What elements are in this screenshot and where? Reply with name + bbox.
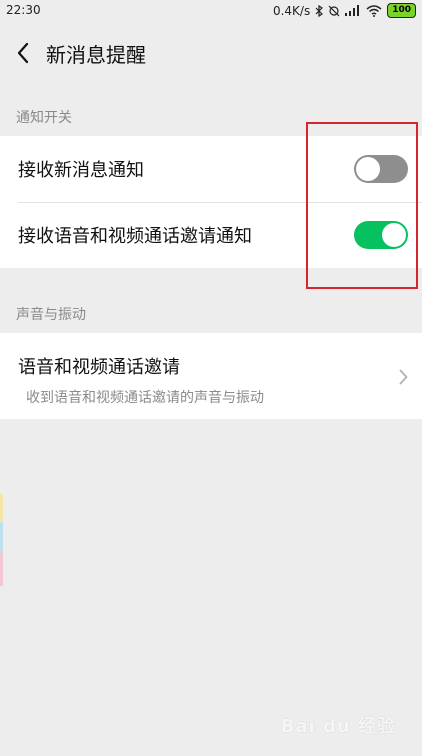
setting-row-call-invite[interactable]: 接收语音和视频通话邀请通知 <box>0 202 422 268</box>
setting-row-new-message[interactable]: 接收新消息通知 <box>0 136 422 202</box>
notify-settings-card: 接收新消息通知 接收语音和视频通话邀请通知 <box>0 136 422 268</box>
app-header: 新消息提醒 <box>0 22 422 84</box>
status-time: 22:30 <box>6 3 41 17</box>
back-button[interactable] <box>6 36 40 70</box>
page-title: 新消息提醒 <box>46 43 146 67</box>
toggle-knob <box>382 223 406 247</box>
bluetooth-icon <box>315 4 324 17</box>
net-speed: 0.4K/s <box>272 3 311 18</box>
section-label-notify: 通知开关 <box>16 110 72 126</box>
sound-item-title: 语音和视频通话邀请 <box>18 357 180 378</box>
toggle-knob <box>356 157 380 181</box>
new-message-toggle[interactable] <box>354 155 408 183</box>
edge-bar <box>0 552 3 586</box>
chevron-left-icon <box>17 42 29 64</box>
sound-settings-card[interactable]: 语音和视频通话邀请 收到语音和视频通话邀请的声音与振动 <box>0 333 422 419</box>
signal-icon <box>345 5 361 16</box>
chevron-right-icon <box>399 369 408 385</box>
wifi-icon <box>366 4 382 17</box>
status-icons: 0.4K/s 100 <box>273 3 416 18</box>
edge-bar <box>0 522 3 552</box>
battery-icon: 100 <box>387 3 416 18</box>
section-label-sound: 声音与振动 <box>16 307 86 323</box>
edge-bar <box>0 494 3 522</box>
alarm-off-icon <box>328 5 340 17</box>
watermark: Bai du 经验 <box>280 716 396 737</box>
sound-item-subtitle: 收到语音和视频通话邀请的声音与振动 <box>26 390 264 406</box>
call-invite-toggle[interactable] <box>354 221 408 249</box>
setting-label-call-invite: 接收语音和视频通话邀请通知 <box>18 226 252 247</box>
setting-label-new-message: 接收新消息通知 <box>18 160 144 181</box>
status-bar: 22:30 0.4K/s 100 <box>0 0 422 22</box>
